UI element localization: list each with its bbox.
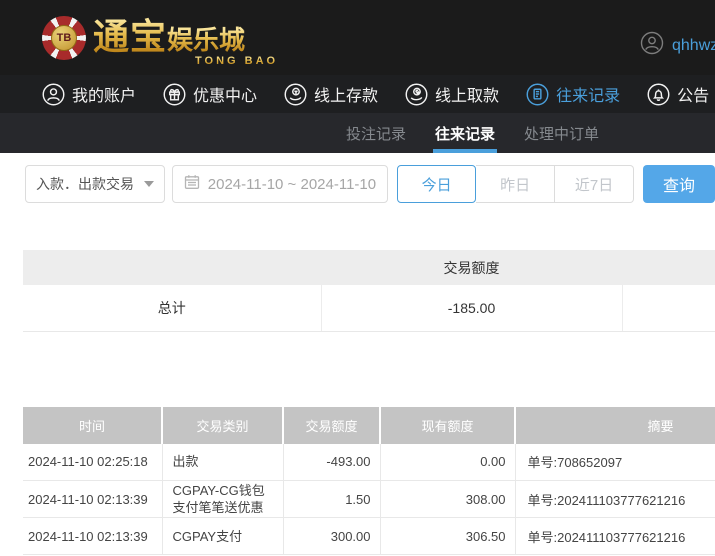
cell-type: 出款 [162, 443, 284, 481]
cell-memo: 单号:202411103777621216 [515, 517, 715, 555]
nav-label: 公告 [677, 88, 710, 105]
cell-type: CGPAY支付 [162, 517, 284, 555]
page: TB 通宝娱乐城 TONG BAO qhhwz 我的账户 优惠中心 线上存款 线… [0, 0, 715, 556]
tab-processing-orders[interactable]: 处理中订单 [524, 113, 599, 153]
date-range-input[interactable]: 2024-11-10 ~ 2024-11-10 [171, 165, 389, 203]
tab-betting-records[interactable]: 投注记录 [346, 113, 406, 153]
col-header-balance: 现有额度 [380, 406, 516, 444]
nav-label: 往来记录 [556, 88, 621, 105]
summary-total-label: 总计 [23, 285, 322, 332]
chevron-down-icon [143, 181, 154, 187]
nav-item-my-account[interactable]: 我的账户 [42, 82, 136, 106]
bell-icon [647, 83, 670, 106]
nav-item-deposit[interactable]: 线上存款 [284, 82, 378, 106]
deposit-icon [284, 83, 307, 106]
brand-logo[interactable]: TB 通宝娱乐城 TONG BAO [42, 13, 275, 68]
nav-item-transaction-records[interactable]: 往来记录 [526, 82, 620, 106]
cell-balance: 308.00 [380, 480, 516, 518]
table-row: 2024-11-10 02:13:39 CGPAY-CG钱包支付笔笔送优惠 1.… [23, 480, 715, 518]
cell-amount: 1.50 [283, 480, 381, 518]
cell-balance: 306.50 [380, 517, 516, 555]
subtab-label: 投注记录 [346, 125, 407, 143]
summary-table: 交易额度 总计 -185.00 [23, 250, 715, 332]
brand-name-secondary: 娱乐城 [167, 26, 246, 56]
calendar-icon [184, 174, 200, 194]
transaction-type-value: 入款．出款交易 [36, 176, 134, 192]
filter-bar: 入款．出款交易 2024-11-10 ~ 2024-11-10 今日 昨日 近7… [23, 165, 715, 203]
summary-header-empty [622, 250, 715, 285]
cell-type: CGPAY-CG钱包支付笔笔送优惠 [162, 480, 284, 518]
cell-memo: 单号:202411103777621216 [515, 480, 715, 518]
summary-empty-cell [622, 285, 715, 332]
col-header-time: 时间 [23, 406, 163, 444]
nav-label: 优惠中心 [193, 88, 258, 105]
user-account[interactable]: qhhwz [640, 31, 715, 60]
search-button[interactable]: 查询 [643, 165, 715, 203]
nav-label: 线上取款 [435, 88, 500, 105]
summary-header-row: 交易额度 [23, 250, 715, 285]
subtab-label: 往来记录 [435, 125, 496, 143]
cell-balance: 0.00 [380, 443, 516, 481]
today-button[interactable]: 今日 [397, 165, 477, 203]
summary-total-row: 总计 -185.00 [23, 285, 715, 332]
col-header-type: 交易类别 [162, 406, 284, 444]
cell-time: 2024-11-10 02:13:39 [23, 480, 163, 518]
main-nav: 我的账户 优惠中心 线上存款 线上取款 往来记录 公告 [0, 75, 715, 113]
user-icon [42, 83, 65, 106]
brand-name: 通宝娱乐城 TONG BAO [93, 13, 275, 68]
date-range-value: 2024-11-10 ~ 2024-11-10 [207, 175, 377, 193]
chip-label: TB [51, 25, 77, 51]
summary-total-value: -185.00 [321, 285, 623, 332]
last-7-days-button[interactable]: 近7日 [555, 165, 635, 203]
brand-name-latin: TONG BAO [195, 55, 279, 67]
nav-label: 线上存款 [314, 88, 379, 105]
content: 入款．出款交易 2024-11-10 ~ 2024-11-10 今日 昨日 近7… [0, 165, 715, 555]
cell-time: 2024-11-10 02:13:39 [23, 517, 163, 555]
nav-item-promotions[interactable]: 优惠中心 [163, 82, 257, 106]
brand-name-primary: 通宝 [93, 16, 168, 58]
avatar-icon [640, 31, 664, 60]
top-header: TB 通宝娱乐城 TONG BAO qhhwz [0, 0, 715, 75]
records-icon [526, 83, 549, 106]
withdraw-icon [405, 83, 428, 106]
col-header-memo: 摘要 [515, 406, 715, 444]
records-table: 时间 交易类别 交易额度 现有额度 摘要 2024-11-10 02:25:18… [23, 406, 715, 555]
tab-transaction-records[interactable]: 往来记录 [433, 113, 498, 153]
nav-label: 我的账户 [72, 88, 137, 105]
username: qhhwz [672, 36, 715, 54]
transaction-type-select[interactable]: 入款．出款交易 [25, 165, 165, 203]
table-row: 2024-11-10 02:25:18 出款 -493.00 0.00 单号:7… [23, 443, 715, 481]
subtab-label: 处理中订单 [524, 125, 600, 143]
records-header-row: 时间 交易类别 交易额度 现有额度 摘要 [23, 406, 715, 444]
casino-chip-icon: TB [42, 16, 86, 60]
nav-item-announcements[interactable]: 公告 [647, 82, 709, 106]
summary-header-empty [23, 250, 321, 285]
sub-nav: 投注记录 往来记录 处理中订单 [0, 113, 715, 153]
col-header-amount: 交易额度 [283, 406, 381, 444]
cell-amount: 300.00 [283, 517, 381, 555]
summary-header-amount: 交易额度 [321, 250, 622, 285]
table-row: 2024-11-10 02:13:39 CGPAY支付 300.00 306.5… [23, 517, 715, 555]
nav-item-withdraw[interactable]: 线上取款 [405, 82, 499, 106]
gift-icon [163, 83, 186, 106]
cell-amount: -493.00 [283, 443, 381, 481]
yesterday-button[interactable]: 昨日 [476, 165, 556, 203]
cell-time: 2024-11-10 02:25:18 [23, 443, 163, 481]
cell-memo: 单号:708652097 [515, 443, 715, 481]
quick-range-group: 今日 昨日 近7日 [397, 165, 635, 203]
